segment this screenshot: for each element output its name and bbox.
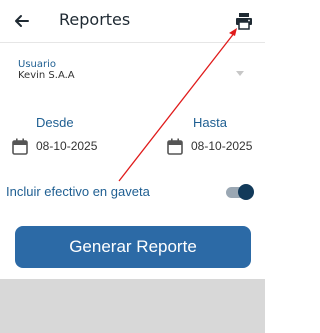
user-select-value[interactable]: Kevin S.A.A (18, 70, 75, 81)
from-date-label: Desde (36, 115, 74, 130)
from-date-field[interactable]: 08-10-2025 (36, 139, 97, 153)
toggle-thumb (238, 184, 254, 200)
back-arrow-icon[interactable] (12, 11, 32, 31)
chevron-down-icon[interactable] (236, 71, 244, 77)
printer-icon[interactable] (235, 12, 253, 30)
user-field-label: Usuario (18, 59, 57, 70)
to-date-label: Hasta (193, 115, 227, 130)
include-cash-label: Incluir efectivo en gaveta (6, 184, 150, 199)
bottom-empty-area (0, 279, 265, 333)
to-date-field[interactable]: 08-10-2025 (191, 139, 252, 153)
include-cash-toggle[interactable] (226, 184, 254, 200)
app-header: Reportes (0, 0, 265, 43)
page-title: Reportes (59, 10, 131, 29)
calendar-icon[interactable] (12, 138, 28, 155)
generate-report-button[interactable]: Generar Reporte (15, 226, 251, 268)
calendar-icon[interactable] (167, 138, 183, 155)
